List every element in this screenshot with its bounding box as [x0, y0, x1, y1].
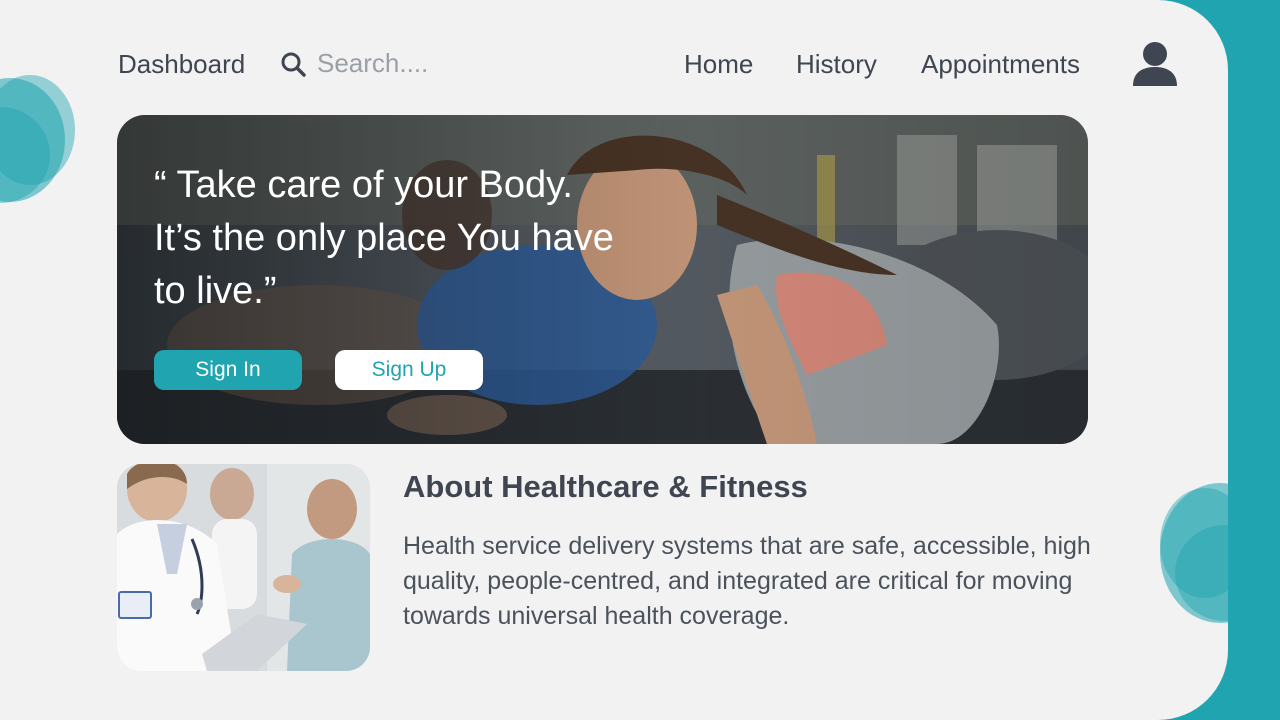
nav-history[interactable]: History [796, 49, 877, 80]
search-bar[interactable]: Search.... [280, 48, 428, 79]
about-title: About Healthcare & Fitness [403, 469, 808, 504]
hero-quote: “ Take care of your Body. It’s the only … [154, 164, 614, 312]
about-doctor-image [117, 464, 370, 671]
search-icon [281, 52, 306, 77]
search-input[interactable]: Search.... [317, 48, 428, 79]
nav-dashboard[interactable]: Dashboard [118, 49, 245, 80]
hero-banner: “ Take care of your Body. It’s the only … [117, 115, 1088, 444]
sign-in-button[interactable]: Sign In [154, 350, 302, 390]
sign-up-button[interactable]: Sign Up [335, 350, 483, 390]
main-panel: Dashboard Search.... Home History Appoin… [0, 0, 1228, 720]
user-icon[interactable] [1131, 40, 1179, 88]
nav-appointments[interactable]: Appointments [921, 49, 1080, 80]
about-description: Health service delivery systems that are… [403, 532, 1091, 630]
nav-home[interactable]: Home [684, 49, 753, 80]
decorative-blob-left [0, 75, 75, 203]
decorative-blob-right [1160, 483, 1228, 623]
